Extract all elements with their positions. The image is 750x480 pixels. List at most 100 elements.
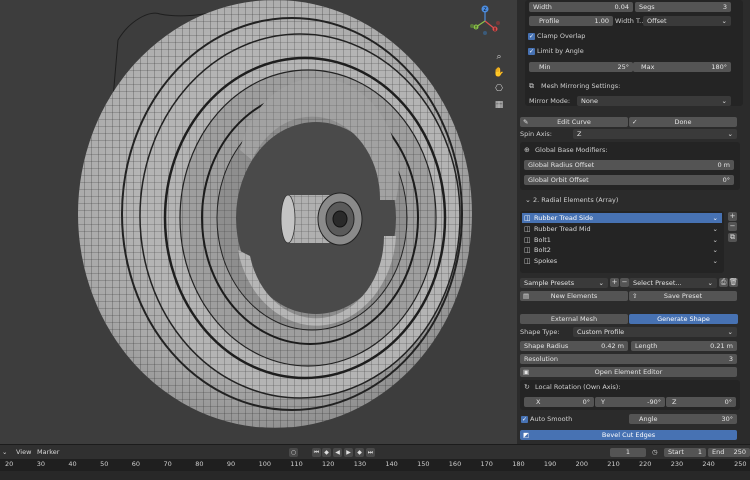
- editor-icon: ▣: [523, 368, 530, 376]
- copy-item-button[interactable]: ⧉: [728, 233, 737, 242]
- timeline-tick-label: 120: [322, 460, 335, 468]
- chevron-down-icon: ⌄: [707, 279, 713, 287]
- global-orbit-offset-field[interactable]: Global Orbit Offset 0°: [524, 175, 734, 185]
- min-angle-field[interactable]: Min 25°: [529, 62, 633, 72]
- global-radius-offset-field[interactable]: Global Radius Offset 0 m: [524, 160, 734, 170]
- navigation-gizmo[interactable]: Z Y X: [468, 4, 502, 38]
- tab-external-mesh[interactable]: External Mesh: [520, 314, 628, 324]
- timeline-ruler[interactable]: 20 30 40 50 60 70 80 90 100 110 120 130 140 150 160 170…: [0, 459, 750, 471]
- add-item-button[interactable]: +: [728, 212, 737, 221]
- open-element-editor-button[interactable]: ▣ Open Element Editor: [520, 367, 737, 377]
- select-preset-dropdown[interactable]: Select Preset... ⌄: [629, 278, 717, 288]
- play-icon[interactable]: ▶: [344, 448, 353, 457]
- upload-icon: ⇧: [632, 292, 638, 300]
- jump-start-icon[interactable]: ⏮: [312, 448, 321, 457]
- mesh-icon: ◫: [524, 225, 531, 233]
- rotation-x-field[interactable]: X 0°: [524, 397, 594, 407]
- shape-type-dropdown[interactable]: Custom Profile ⌄: [573, 327, 737, 337]
- list-item[interactable]: ◫ Spokes ⌄: [522, 256, 722, 266]
- jump-end-icon[interactable]: ⏭: [366, 448, 375, 457]
- trash-icon[interactable]: 🗑: [729, 278, 738, 287]
- width-type-dropdown[interactable]: Offset ⌄: [643, 16, 731, 26]
- auto-smooth-checkbox[interactable]: ✓: [521, 416, 528, 423]
- edit-curve-button[interactable]: ✎ Edit Curve: [520, 117, 628, 127]
- bevel-cut-edges-button[interactable]: ◩ Bevel Cut Edges: [520, 430, 737, 440]
- end-frame-field[interactable]: End 250: [708, 448, 750, 457]
- wheel-mesh[interactable]: [0, 0, 517, 444]
- add-preset-button[interactable]: +: [610, 278, 619, 287]
- remove-preset-button[interactable]: −: [620, 278, 629, 287]
- profile-field[interactable]: Profile 1.00: [529, 16, 613, 26]
- timeline-tick-label: 130: [353, 460, 367, 468]
- list-item[interactable]: ◫ Rubber Tread Side ⌄: [522, 213, 722, 223]
- remove-item-button[interactable]: −: [728, 222, 737, 231]
- timeline-header: ⌄ View Marker ○ ⏮ ◆ ◀ ▶ ◆ ⏭ 1 ◷ Start 1 E…: [0, 444, 750, 459]
- save-preset-button[interactable]: ⇧ Save Preset: [629, 291, 737, 301]
- chevron-down-icon: ⌄: [721, 17, 727, 25]
- sample-presets-dropdown[interactable]: Sample Presets ⌄: [520, 278, 608, 288]
- list-item[interactable]: ◫ Bolt1 ⌄: [522, 235, 722, 245]
- mesh-icon: ◫: [524, 257, 531, 265]
- shape-radius-field[interactable]: Shape Radius 0.42 m: [520, 341, 628, 351]
- local-rotation-label: Local Rotation (Own Axis):: [535, 383, 621, 391]
- pan-hand-icon[interactable]: ✋: [492, 66, 506, 80]
- mirror-icon: ⧉: [529, 82, 534, 90]
- chevron-down-icon[interactable]: ⌄: [525, 195, 531, 205]
- shape-type-label: Shape Type:: [520, 328, 560, 336]
- start-frame-field[interactable]: Start 1: [664, 448, 706, 457]
- rotation-y-field[interactable]: Y -90°: [595, 397, 665, 407]
- spin-axis-dropdown[interactable]: Z ⌄: [573, 129, 737, 139]
- width-field[interactable]: Width 0.04: [529, 2, 633, 12]
- prev-key-icon[interactable]: ◆: [322, 448, 331, 457]
- timeline-tick-label: 220: [639, 460, 652, 468]
- menu-view[interactable]: View: [16, 448, 31, 456]
- timeline-tick-label: 160: [448, 460, 462, 468]
- timeline-tick-label: 60: [131, 460, 141, 468]
- segs-field[interactable]: Segs 3: [635, 2, 731, 12]
- rotation-z-field[interactable]: Z 0°: [666, 397, 736, 407]
- rotate-icon: ↻: [524, 383, 530, 391]
- mesh-icon: ◫: [524, 246, 531, 254]
- axis-x-label: X: [494, 27, 497, 32]
- timeline-tick-label: 70: [163, 460, 172, 468]
- check-icon: ✓: [632, 118, 638, 126]
- camera-view-icon[interactable]: ⎔: [492, 82, 506, 96]
- max-angle-field[interactable]: Max 180°: [633, 62, 731, 72]
- current-frame-field[interactable]: 1: [610, 448, 646, 457]
- record-icon[interactable]: ○: [289, 448, 298, 457]
- global-base-modifiers-label: Global Base Modifiers:: [535, 146, 608, 154]
- done-button[interactable]: ✓ Done: [629, 117, 737, 127]
- next-key-icon[interactable]: ◆: [355, 448, 364, 457]
- chevron-down-icon: ⌄: [721, 97, 727, 105]
- resolution-field[interactable]: Resolution 3: [520, 354, 737, 364]
- chevron-down-icon[interactable]: ⌄: [2, 448, 7, 456]
- tab-generate-shape[interactable]: Generate Shape: [629, 314, 738, 324]
- grid-view-icon[interactable]: ▦: [492, 98, 506, 112]
- chevron-down-icon: ⌄: [598, 279, 604, 287]
- limit-by-angle-checkbox[interactable]: ✓: [528, 48, 535, 55]
- axis-z-label: Z: [483, 7, 486, 13]
- save-icon[interactable]: ⎙: [719, 278, 728, 287]
- mirror-mode-dropdown[interactable]: None ⌄: [577, 96, 731, 106]
- timeline: ⌄ View Marker ○ ⏮ ◆ ◀ ▶ ◆ ⏭ 1 ◷ Start 1 E…: [0, 444, 750, 480]
- length-field[interactable]: Length 0.21 m: [631, 341, 737, 351]
- clamp-overlap-label: Clamp Overlap: [537, 32, 586, 40]
- spin-axis-label: Spin Axis:: [520, 130, 552, 138]
- timeline-tick-label: 90: [226, 460, 236, 468]
- new-elements-button[interactable]: ▤ New Elements: [520, 291, 628, 301]
- bevel-icon: ◩: [523, 431, 530, 439]
- timeline-tick-label: 100: [258, 460, 272, 468]
- clamp-overlap-checkbox[interactable]: ✓: [528, 33, 535, 40]
- angle-field[interactable]: Angle 30°: [629, 414, 737, 424]
- list-item[interactable]: ◫ Bolt2 ⌄: [522, 245, 722, 255]
- clock-icon: ◷: [652, 448, 658, 456]
- 3d-viewport[interactable]: Z Y X ⌕ ✋ ⎔ ▦: [0, 0, 517, 444]
- zoom-icon[interactable]: ⌕: [492, 50, 506, 64]
- play-reverse-icon[interactable]: ◀: [333, 448, 342, 457]
- limit-by-angle-label: Limit by Angle: [537, 47, 584, 55]
- radial-elements-header[interactable]: 2. Radial Elements (Array): [533, 195, 618, 205]
- properties-panel: Width 0.04 Segs 3 Profile 1.00 Width T... O…: [517, 0, 750, 444]
- list-item[interactable]: ◫ Rubber Tread Mid ⌄: [522, 224, 722, 234]
- timeline-tick-label: 110: [290, 460, 303, 468]
- menu-marker[interactable]: Marker: [37, 448, 59, 456]
